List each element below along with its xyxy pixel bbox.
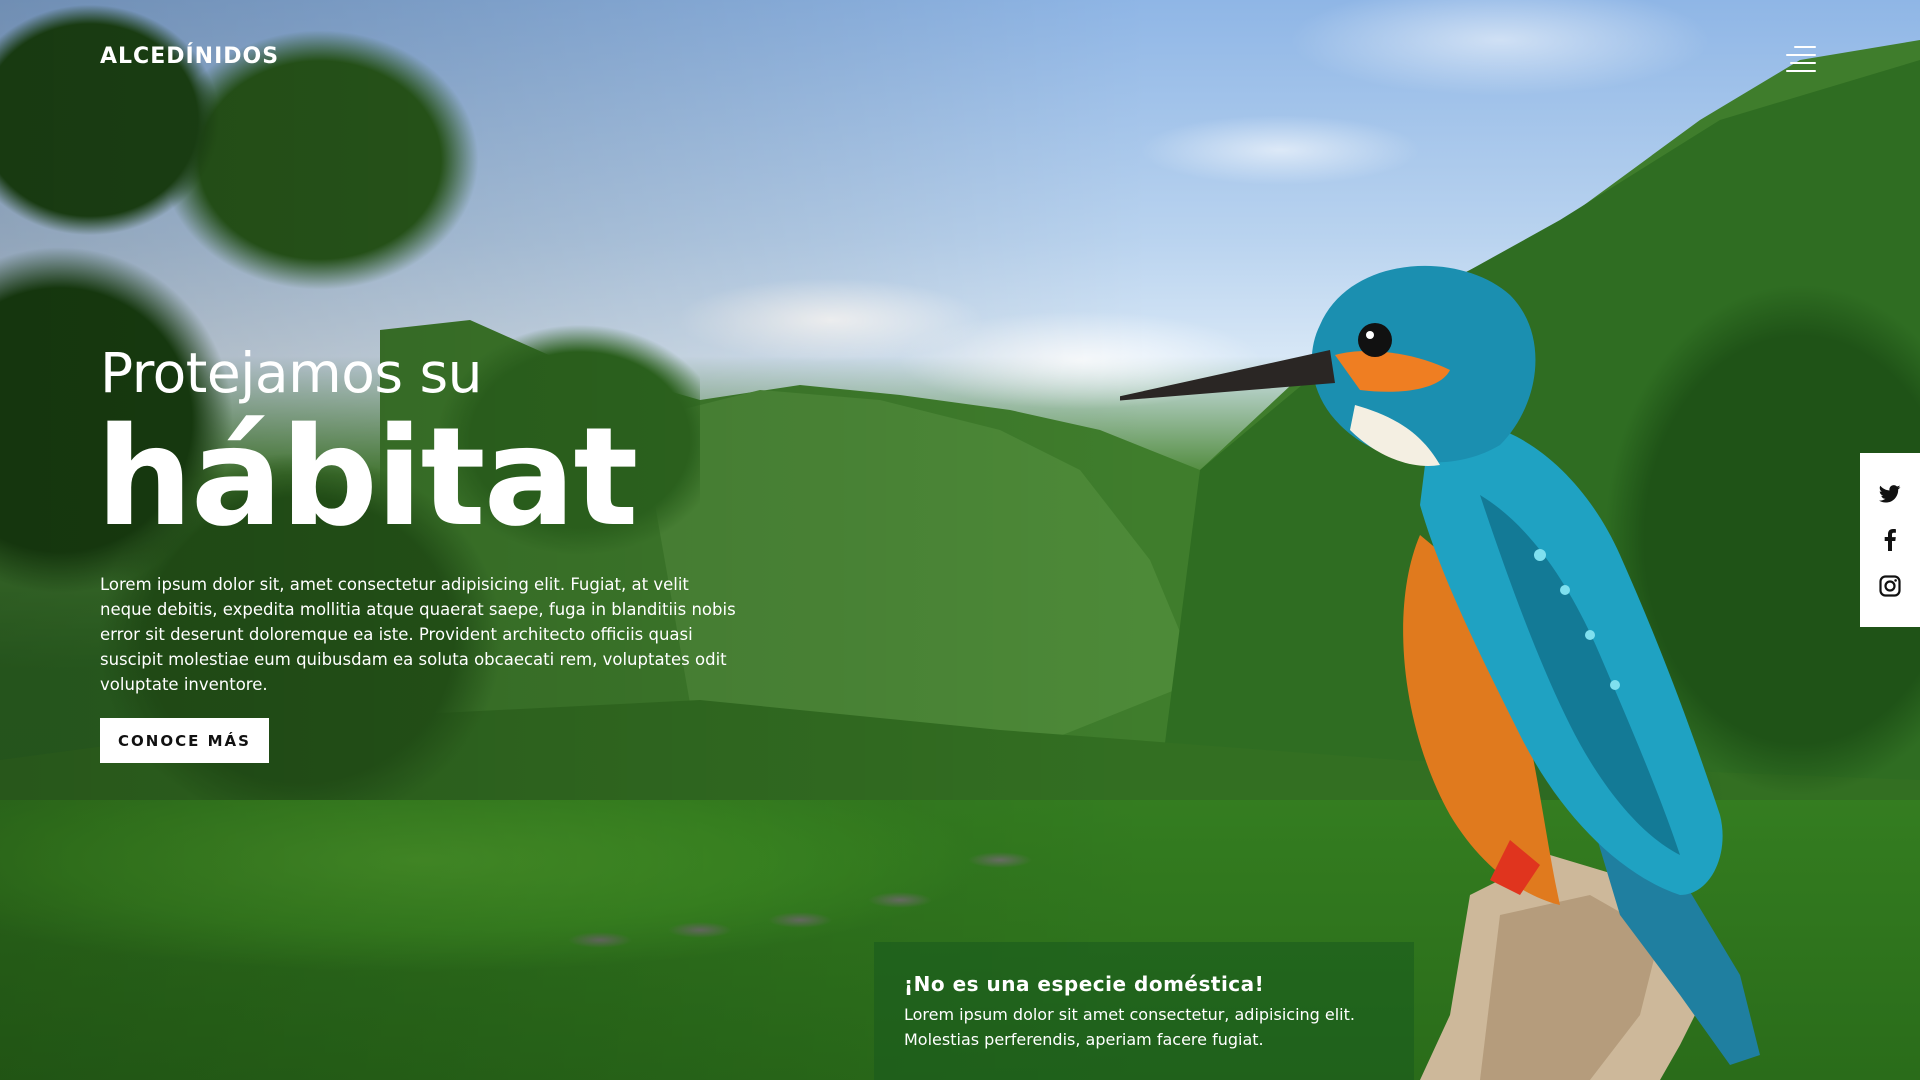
info-title: ¡No es una especie doméstica! [904,972,1265,996]
instagram-link[interactable] [1877,574,1903,598]
hero-page: ALCEDÍNIDOS Protejamos su hábitat Lorem … [0,0,1920,1080]
info-box: ¡No es una especie doméstica! Lorem ipsu… [874,942,1414,1080]
site-logo[interactable]: ALCEDÍNIDOS [100,44,279,69]
menu-line-icon [1790,62,1816,64]
menu-line-icon [1786,70,1816,72]
hero-title: hábitat [96,399,638,557]
hamburger-menu-button[interactable] [1784,44,1816,74]
menu-line-icon [1794,46,1816,48]
twitter-link[interactable] [1877,482,1903,506]
instagram-icon [1879,575,1901,597]
conoce-mas-button[interactable]: CONOCE MÁS [100,718,269,763]
info-text: Lorem ipsum dolor sit amet consectetur, … [904,1005,1355,1049]
facebook-link[interactable] [1877,528,1903,552]
twitter-icon [1879,485,1901,503]
social-links-bar [1860,453,1920,627]
hero-description: Lorem ipsum dolor sit, amet consectetur … [100,575,736,694]
facebook-icon [1884,529,1896,551]
menu-line-icon [1786,54,1816,56]
